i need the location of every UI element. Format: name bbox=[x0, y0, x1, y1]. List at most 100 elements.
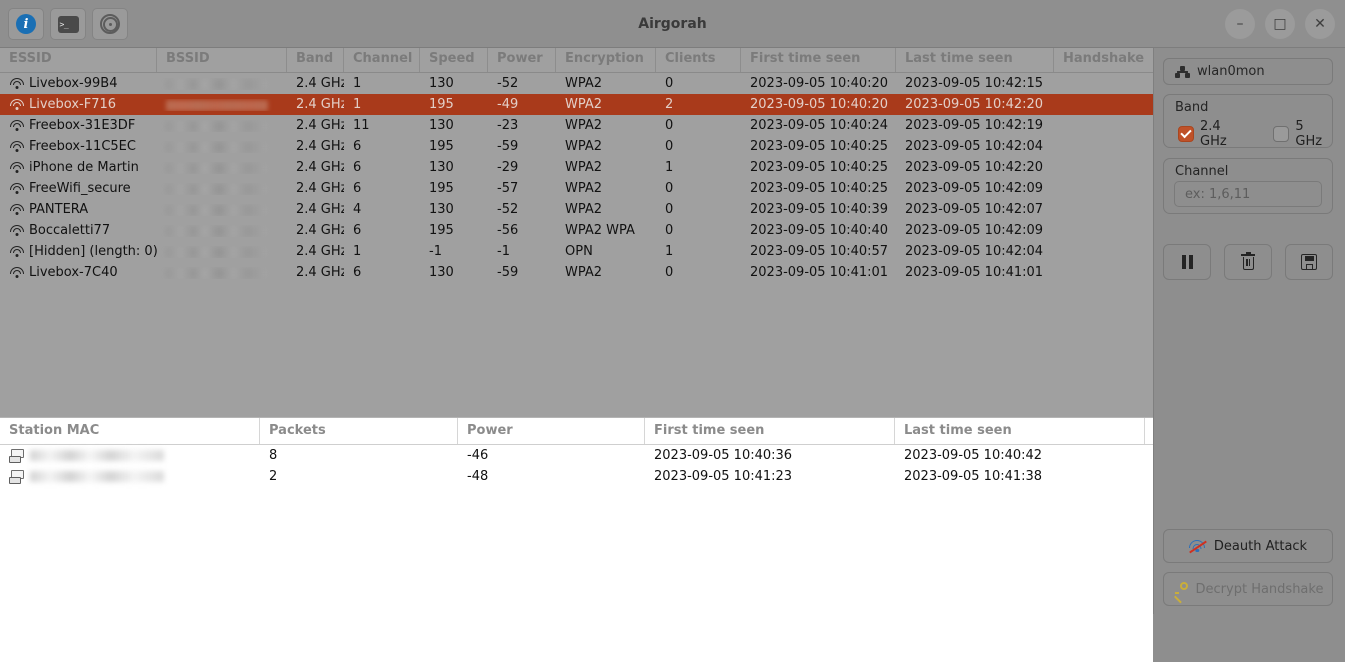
wifi-icon bbox=[9, 183, 24, 195]
ap-column-header-handshake[interactable]: Handshake bbox=[1054, 48, 1153, 72]
ap-cell-last: 2023-09-05 10:41:01 bbox=[896, 265, 1054, 280]
redacted-bssid bbox=[166, 184, 268, 195]
ap-table-row[interactable]: Livebox-99B42.4 GHz1130-52WPA202023-09-0… bbox=[0, 73, 1153, 94]
ap-column-header-last[interactable]: Last time seen bbox=[896, 48, 1054, 72]
key-icon bbox=[1173, 582, 1188, 597]
ap-cell-encryption: WPA2 bbox=[556, 139, 656, 154]
ap-table-row[interactable]: Livebox-7C402.4 GHz6130-59WPA202023-09-0… bbox=[0, 262, 1153, 283]
maximize-button[interactable]: □ bbox=[1265, 9, 1295, 39]
ap-cell-band: 2.4 GHz bbox=[287, 118, 344, 133]
ap-table-row[interactable]: Livebox-F7162.4 GHz1195-49WPA222023-09-0… bbox=[0, 94, 1153, 115]
ap-essid-label: Freebox-31E3DF bbox=[29, 118, 135, 133]
station-cell-packets: 8 bbox=[260, 448, 458, 463]
ap-cell-channel: 6 bbox=[344, 265, 420, 280]
wifi-icon bbox=[9, 78, 24, 90]
redacted-bssid bbox=[166, 142, 268, 153]
station-table-row[interactable]: 8-462023-09-05 10:40:362023-09-05 10:40:… bbox=[0, 445, 1153, 466]
station-cell-mac bbox=[0, 449, 260, 463]
ap-table-row[interactable]: Freebox-11C5EC2.4 GHz6195-59WPA202023-09… bbox=[0, 136, 1153, 157]
ap-cell-speed: 130 bbox=[420, 118, 488, 133]
ap-cell-essid: Boccaletti77 bbox=[0, 223, 157, 238]
ap-table-row[interactable]: Boccaletti772.4 GHz6195-56WPA2 WPA02023-… bbox=[0, 220, 1153, 241]
ap-cell-encryption: WPA2 bbox=[556, 265, 656, 280]
wifi-icon bbox=[9, 99, 24, 111]
ap-column-header-bssid[interactable]: BSSID bbox=[157, 48, 287, 72]
ap-cell-encryption: WPA2 bbox=[556, 97, 656, 112]
ap-cell-channel: 6 bbox=[344, 139, 420, 154]
terminal-button[interactable]: >_ bbox=[50, 8, 86, 40]
station-table-body[interactable]: 8-462023-09-05 10:40:362023-09-05 10:40:… bbox=[0, 445, 1153, 487]
ap-cell-speed: 195 bbox=[420, 181, 488, 196]
ap-cell-clients: 0 bbox=[656, 265, 741, 280]
band-group: Band 2.4 GHz 5 GHz bbox=[1163, 94, 1333, 148]
station-column-header-first[interactable]: First time seen bbox=[645, 418, 895, 444]
ap-column-header-encryption[interactable]: Encryption bbox=[556, 48, 656, 72]
main-content: ESSIDBSSIDBandChannelSpeedPowerEncryptio… bbox=[0, 48, 1153, 614]
ap-cell-band: 2.4 GHz bbox=[287, 160, 344, 175]
ap-table-body[interactable]: Livebox-99B42.4 GHz1130-52WPA202023-09-0… bbox=[0, 73, 1153, 415]
station-column-header-packets[interactable]: Packets bbox=[260, 418, 458, 444]
channel-input[interactable] bbox=[1174, 181, 1322, 207]
station-cell-power: -48 bbox=[458, 469, 645, 484]
ap-cell-essid: PANTERA bbox=[0, 202, 157, 217]
ap-cell-first: 2023-09-05 10:40:57 bbox=[741, 244, 896, 259]
clear-button[interactable] bbox=[1224, 244, 1272, 280]
ap-column-header-essid[interactable]: ESSID bbox=[0, 48, 157, 72]
ap-essid-label: Freebox-11C5EC bbox=[29, 139, 136, 154]
minimize-button[interactable]: – bbox=[1225, 9, 1255, 39]
deauth-attack-label: Deauth Attack bbox=[1214, 539, 1307, 554]
ap-column-header-band[interactable]: Band bbox=[287, 48, 344, 72]
ap-table-row[interactable]: [Hidden] (length: 0)2.4 GHz1-1-1OPN12023… bbox=[0, 241, 1153, 262]
save-button[interactable] bbox=[1285, 244, 1333, 280]
ap-cell-essid: Livebox-99B4 bbox=[0, 76, 157, 91]
ap-cell-speed: 195 bbox=[420, 139, 488, 154]
redacted-bssid bbox=[166, 268, 268, 279]
ap-table-row[interactable]: PANTERA2.4 GHz4130-52WPA202023-09-05 10:… bbox=[0, 199, 1153, 220]
ap-cell-speed: 130 bbox=[420, 160, 488, 175]
ap-cell-power: -29 bbox=[488, 160, 556, 175]
ap-cell-speed: 195 bbox=[420, 97, 488, 112]
station-table-row[interactable]: 2-482023-09-05 10:41:232023-09-05 10:41:… bbox=[0, 466, 1153, 487]
ap-essid-label: Livebox-F716 bbox=[29, 97, 116, 112]
ap-cell-clients: 1 bbox=[656, 160, 741, 175]
ap-cell-channel: 1 bbox=[344, 97, 420, 112]
ap-cell-last: 2023-09-05 10:42:19 bbox=[896, 118, 1054, 133]
station-column-header-mac[interactable]: Station MAC bbox=[0, 418, 260, 444]
ap-cell-first: 2023-09-05 10:40:25 bbox=[741, 139, 896, 154]
ap-cell-last: 2023-09-05 10:42:04 bbox=[896, 244, 1054, 259]
band-5ghz-checkbox[interactable] bbox=[1273, 126, 1289, 142]
station-column-header-power[interactable]: Power bbox=[458, 418, 645, 444]
interface-selector[interactable]: wlan0mon bbox=[1163, 58, 1333, 85]
ap-cell-essid: FreeWifi_secure bbox=[0, 181, 157, 196]
station-cell-mac bbox=[0, 470, 260, 484]
ap-cell-power: -52 bbox=[488, 76, 556, 91]
ap-cell-band: 2.4 GHz bbox=[287, 139, 344, 154]
info-button[interactable]: i bbox=[8, 8, 44, 40]
decrypt-handshake-button[interactable]: Decrypt Handshake bbox=[1163, 572, 1333, 606]
band-5ghz-label: 5 GHz bbox=[1295, 119, 1332, 149]
station-column-header-last[interactable]: Last time seen bbox=[895, 418, 1145, 444]
ap-cell-clients: 2 bbox=[656, 97, 741, 112]
ap-column-header-speed[interactable]: Speed bbox=[420, 48, 488, 72]
ap-essid-label: Boccaletti77 bbox=[29, 223, 110, 238]
ap-column-header-first[interactable]: First time seen bbox=[741, 48, 896, 72]
scan-target-button[interactable] bbox=[92, 8, 128, 40]
scan-target-icon bbox=[100, 14, 120, 34]
ap-cell-essid: Livebox-7C40 bbox=[0, 265, 157, 280]
deauth-attack-button[interactable]: Deauth Attack bbox=[1163, 529, 1333, 563]
ap-cell-last: 2023-09-05 10:42:20 bbox=[896, 160, 1054, 175]
ap-cell-essid: iPhone de Martin bbox=[0, 160, 157, 175]
ap-table-row[interactable]: Freebox-31E3DF2.4 GHz11130-23WPA202023-0… bbox=[0, 115, 1153, 136]
band-24ghz-checkbox[interactable] bbox=[1178, 126, 1194, 142]
attack-actions: Deauth Attack Decrypt Handshake bbox=[1163, 520, 1333, 606]
ap-column-header-clients[interactable]: Clients bbox=[656, 48, 741, 72]
ap-column-header-channel[interactable]: Channel bbox=[344, 48, 420, 72]
pause-scan-button[interactable] bbox=[1163, 244, 1211, 280]
ap-column-header-power[interactable]: Power bbox=[488, 48, 556, 72]
ap-table-row[interactable]: iPhone de Martin2.4 GHz6130-29WPA212023-… bbox=[0, 157, 1153, 178]
close-button[interactable]: ✕ bbox=[1305, 9, 1335, 39]
ap-table-row[interactable]: FreeWifi_secure2.4 GHz6195-57WPA202023-0… bbox=[0, 178, 1153, 199]
ap-cell-encryption: OPN bbox=[556, 244, 656, 259]
station-cell-packets: 2 bbox=[260, 469, 458, 484]
ap-cell-bssid bbox=[157, 120, 287, 132]
